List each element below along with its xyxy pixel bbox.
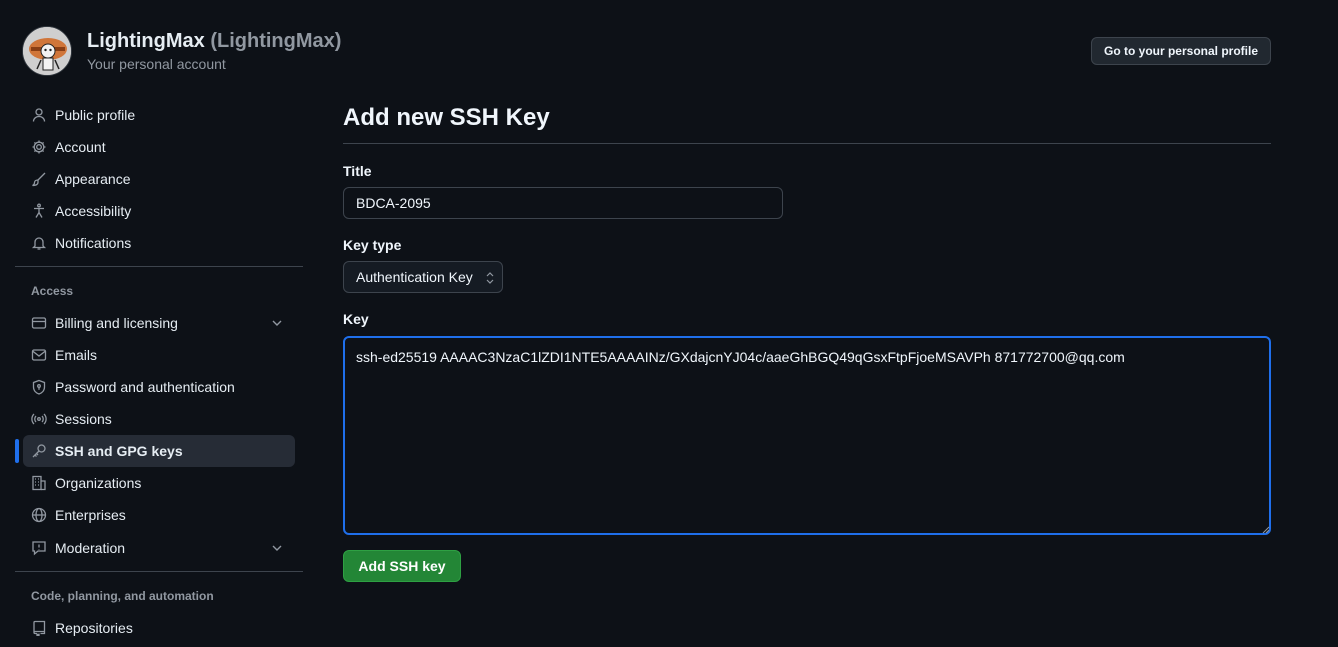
sidebar-item-appearance[interactable]: Appearance <box>23 163 295 195</box>
key-type-value: Authentication Key <box>356 269 473 285</box>
sidebar-item-organizations[interactable]: Organizations <box>23 467 295 499</box>
sidebar-item-label: Organizations <box>55 475 142 491</box>
sidebar-item-label: Password and authentication <box>55 379 235 395</box>
sidebar-item-ssh-gpg-keys[interactable]: SSH and GPG keys <box>23 435 295 467</box>
sidebar-item-label: Enterprises <box>55 507 126 523</box>
sidebar-item-accessibility[interactable]: Accessibility <box>23 195 295 227</box>
avatar[interactable] <box>22 26 72 76</box>
shield-lock-icon <box>31 379 47 395</box>
title-input[interactable] <box>343 187 783 219</box>
credit-card-icon <box>31 315 47 331</box>
globe-icon <box>31 507 47 523</box>
sidebar-item-label: Notifications <box>55 235 132 251</box>
sidebar-item-label: Appearance <box>55 171 131 187</box>
sidebar-item-moderation[interactable]: Moderation <box>23 532 295 564</box>
title-label: Title <box>343 163 372 179</box>
sidebar-item-account[interactable]: Account <box>23 131 295 163</box>
sidebar-item-billing[interactable]: Billing and licensing <box>23 307 295 339</box>
key-type-label: Key type <box>343 237 402 253</box>
sidebar-item-label: Sessions <box>55 411 112 427</box>
display-name: LightingMax <box>87 30 205 52</box>
account-name: LightingMax (LightingMax) <box>87 30 341 53</box>
broadcast-icon <box>31 411 47 427</box>
key-textarea[interactable]: ssh-ed25519 AAAAC3NzaC1lZDI1NTE5AAAAINz/… <box>343 336 1271 535</box>
sidebar-item-label: Accessibility <box>55 203 132 219</box>
repo-icon <box>31 620 47 636</box>
organization-icon <box>31 475 47 491</box>
chevron-down-icon[interactable] <box>269 540 285 556</box>
sidebar-item-notifications[interactable]: Notifications <box>23 227 295 259</box>
gear-icon <box>31 139 47 155</box>
active-indicator <box>15 439 19 463</box>
paintbrush-icon <box>31 171 47 187</box>
title-divider <box>343 143 1271 144</box>
sidebar-item-password-authentication[interactable]: Password and authentication <box>23 371 295 403</box>
account-subtitle: Your personal account <box>87 56 226 72</box>
chevron-down-icon[interactable] <box>269 315 285 331</box>
person-icon <box>31 107 47 123</box>
key-type-select[interactable]: Authentication Key <box>343 261 503 293</box>
mail-icon <box>31 347 47 363</box>
sidebar-item-label: Billing and licensing <box>55 315 178 331</box>
sidebar-item-label: Moderation <box>55 540 126 556</box>
sidebar-divider <box>15 571 303 572</box>
sidebar-item-label: Emails <box>55 347 98 363</box>
sidebar-item-label: Account <box>55 139 106 155</box>
bell-icon <box>31 235 47 251</box>
sidebar-item-label: SSH and GPG keys <box>55 443 183 459</box>
page-title: Add new SSH Key <box>343 104 550 131</box>
go-to-profile-button[interactable]: Go to your personal profile <box>1091 37 1271 65</box>
sidebar-item-enterprises[interactable]: Enterprises <box>23 499 295 531</box>
resize-grip-icon[interactable] <box>1262 526 1270 534</box>
select-arrows-icon <box>486 272 494 284</box>
avatar-image <box>23 27 71 75</box>
sidebar-item-public-profile[interactable]: Public profile <box>23 99 295 131</box>
accessibility-icon <box>31 203 47 219</box>
sidebar-item-label: Repositories <box>55 620 133 636</box>
report-icon <box>31 540 47 556</box>
key-icon <box>31 443 47 459</box>
sidebar-item-sessions[interactable]: Sessions <box>23 403 295 435</box>
sidebar-item-repositories[interactable]: Repositories <box>23 612 295 644</box>
sidebar-item-label: Public profile <box>55 107 136 123</box>
sidebar-item-emails[interactable]: Emails <box>23 339 295 371</box>
add-ssh-key-button[interactable]: Add SSH key <box>343 550 461 582</box>
sidebar-divider <box>15 266 303 267</box>
key-label: Key <box>343 311 369 327</box>
section-label-access: Access <box>31 284 74 298</box>
section-label-code-planning: Code, planning, and automation <box>31 589 214 603</box>
login-name: (LightingMax) <box>210 30 342 52</box>
